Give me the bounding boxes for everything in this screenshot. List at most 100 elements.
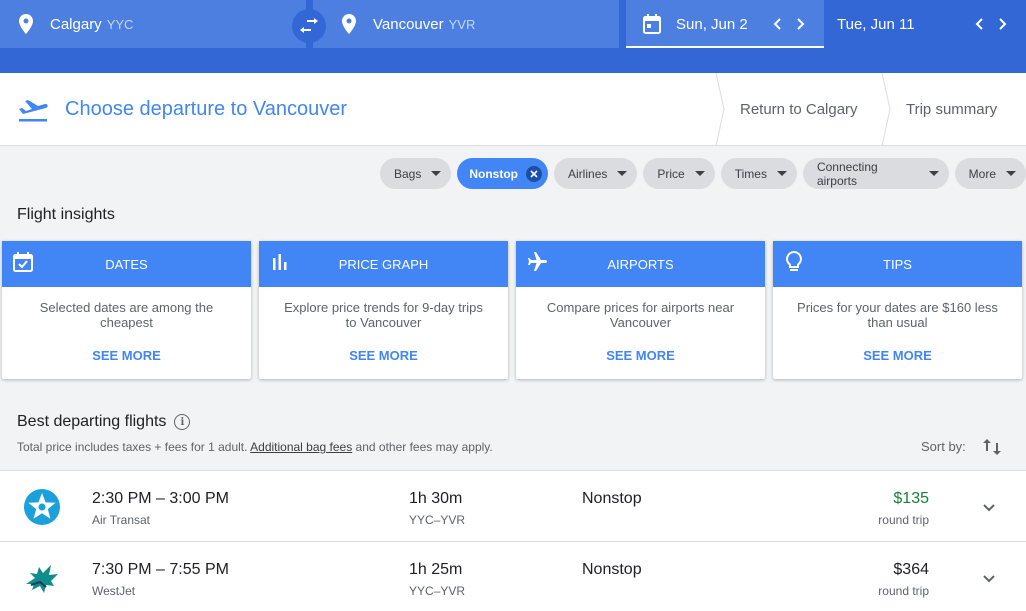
flight-route: YYC–YVR <box>409 513 466 527</box>
origin-field[interactable]: Calgary YYC <box>0 0 306 48</box>
destination-city: Vancouver <box>373 15 444 33</box>
air-transat-logo <box>24 489 60 525</box>
filter-label: Airlines <box>568 166 608 181</box>
insight-card-tips[interactable]: TIPS Prices for your dates are $160 less… <box>773 241 1022 379</box>
filter-times[interactable]: Times <box>720 158 797 189</box>
bag-fees-link[interactable]: Additional bag fees <box>250 440 352 454</box>
chevron-down-icon[interactable] <box>981 570 997 586</box>
breadcrumb-return[interactable]: Return to Calgary <box>740 73 858 146</box>
flight-stops: Nonstop <box>582 561 642 578</box>
see-more-link[interactable]: SEE MORE <box>773 348 1022 363</box>
dropdown-caret-icon <box>694 171 705 176</box>
card-title: AIRPORTS <box>607 256 674 272</box>
price-note-text-end: and other fees may apply. <box>352 440 493 454</box>
chevron-right-icon[interactable] <box>996 14 1010 34</box>
flight-duration: 1h 30m <box>409 490 463 507</box>
location-pin-icon <box>16 14 36 34</box>
chevron-left-icon[interactable] <box>972 14 986 34</box>
chevron-right-icon[interactable] <box>794 14 808 34</box>
card-header: TIPS <box>773 241 1022 287</box>
flight-duration: 1h 25m <box>409 561 463 578</box>
destination-code: YVR <box>448 16 476 32</box>
filter-more[interactable]: More <box>954 158 1026 189</box>
origin-code: YYC <box>106 16 134 32</box>
return-date: Tue, Jun 11 <box>837 15 915 33</box>
insight-cards: DATES Selected dates are among the cheap… <box>2 241 1022 379</box>
insight-card-airports[interactable]: AIRPORTS Compare prices for airports nea… <box>516 241 765 379</box>
bar-chart-icon <box>269 251 291 273</box>
filter-label: Price <box>657 166 685 181</box>
best-flights-title: Best departing flights i <box>17 413 191 431</box>
card-title: PRICE GRAPH <box>338 256 429 272</box>
step-title: Choose departure to Vancouver <box>17 73 347 146</box>
clear-filter-icon[interactable] <box>526 165 543 182</box>
best-flights-title-text: Best departing flights <box>17 413 167 430</box>
see-more-link[interactable]: SEE MORE <box>516 348 765 363</box>
return-date-field[interactable]: Tue, Jun 11 <box>825 0 1026 48</box>
card-header: DATES <box>2 241 251 287</box>
filter-price[interactable]: Price <box>643 158 715 189</box>
departure-date: Sun, Jun 2 <box>676 15 748 33</box>
insights-title: Flight insights <box>17 206 115 223</box>
destination-field[interactable]: Vancouver YVR <box>313 0 619 48</box>
breadcrumb-separator <box>881 73 891 146</box>
price-note: Total price includes taxes + fees for 1 … <box>17 440 493 454</box>
card-text: Prices for your dates are $160 less than… <box>797 300 998 330</box>
card-text: Compare prices for airports near Vancouv… <box>546 300 735 330</box>
airplane-takeoff-icon <box>17 97 49 123</box>
calendar-icon <box>642 14 662 34</box>
see-more-link[interactable]: SEE MORE <box>259 348 508 363</box>
dropdown-caret-icon <box>776 171 787 176</box>
price-note-text: Total price includes taxes + fees for 1 … <box>17 440 251 454</box>
dropdown-caret-icon <box>928 171 939 176</box>
filter-connecting-airports[interactable]: Connecting airports <box>802 158 949 189</box>
filter-airlines[interactable]: Airlines <box>554 158 638 189</box>
dropdown-caret-icon <box>1006 171 1016 176</box>
dropdown-caret-icon <box>617 171 628 176</box>
card-title: TIPS <box>883 256 912 272</box>
location-pin-icon <box>339 14 359 34</box>
filter-label: Nonstop <box>469 166 519 181</box>
calendar-check-icon <box>12 251 34 273</box>
chevron-down-icon[interactable] <box>981 499 997 515</box>
step-header: Choose departure to Vancouver Return to … <box>0 73 1026 146</box>
see-more-link[interactable]: SEE MORE <box>2 348 251 363</box>
flight-list: 2:30 PM – 3:00 PM Air Transat 1h 30m YYC… <box>0 470 1026 611</box>
filter-bags[interactable]: Bags <box>380 158 452 189</box>
card-title: DATES <box>105 256 148 272</box>
card-header: PRICE GRAPH <box>259 241 508 287</box>
active-underline <box>626 46 824 48</box>
westjet-logo <box>26 565 58 593</box>
info-icon[interactable]: i <box>174 414 191 430</box>
breadcrumb-separator <box>715 73 725 146</box>
airplane-icon <box>526 251 548 273</box>
flight-time: 2:30 PM – 3:00 PM <box>92 490 229 507</box>
departure-date-field[interactable]: Sun, Jun 2 <box>626 0 824 48</box>
swap-icon[interactable] <box>292 9 326 43</box>
flight-price-type: round trip <box>878 584 929 598</box>
origin-city: Calgary <box>50 15 102 33</box>
card-header: AIRPORTS <box>516 241 765 287</box>
breadcrumb-trip-summary[interactable]: Trip summary <box>906 73 997 146</box>
flight-price: $135 <box>893 490 929 507</box>
filter-nonstop[interactable]: Nonstop <box>457 158 549 189</box>
chevron-left-icon[interactable] <box>770 14 784 34</box>
card-text: Selected dates are among the cheapest <box>39 300 214 330</box>
filter-label: Times <box>734 166 767 181</box>
flight-time: 7:30 PM – 7:55 PM <box>92 561 229 578</box>
filter-label: Connecting airports <box>816 159 878 188</box>
sort-icon[interactable] <box>982 437 1002 457</box>
step-title-text: Choose departure to Vancouver <box>65 98 348 120</box>
flight-price-type: round trip <box>878 513 929 527</box>
flight-row[interactable]: 7:30 PM – 7:55 PM WestJet 1h 25m YYC–YVR… <box>0 541 1026 611</box>
filter-label: More <box>968 166 996 181</box>
insight-card-price-graph[interactable]: PRICE GRAPH Explore price trends for 9-d… <box>259 241 508 379</box>
flight-route: YYC–YVR <box>409 584 466 598</box>
card-text: Explore price trends for 9-day trips to … <box>284 300 483 330</box>
flight-row[interactable]: 2:30 PM – 3:00 PM Air Transat 1h 30m YYC… <box>0 470 1026 541</box>
insight-card-dates[interactable]: DATES Selected dates are among the cheap… <box>2 241 251 379</box>
flight-price: $364 <box>893 561 929 578</box>
lightbulb-icon <box>783 251 805 273</box>
flight-stops: Nonstop <box>582 490 642 507</box>
filter-chips: Bags Nonstop Airlines Price Times Connec… <box>380 158 1026 190</box>
